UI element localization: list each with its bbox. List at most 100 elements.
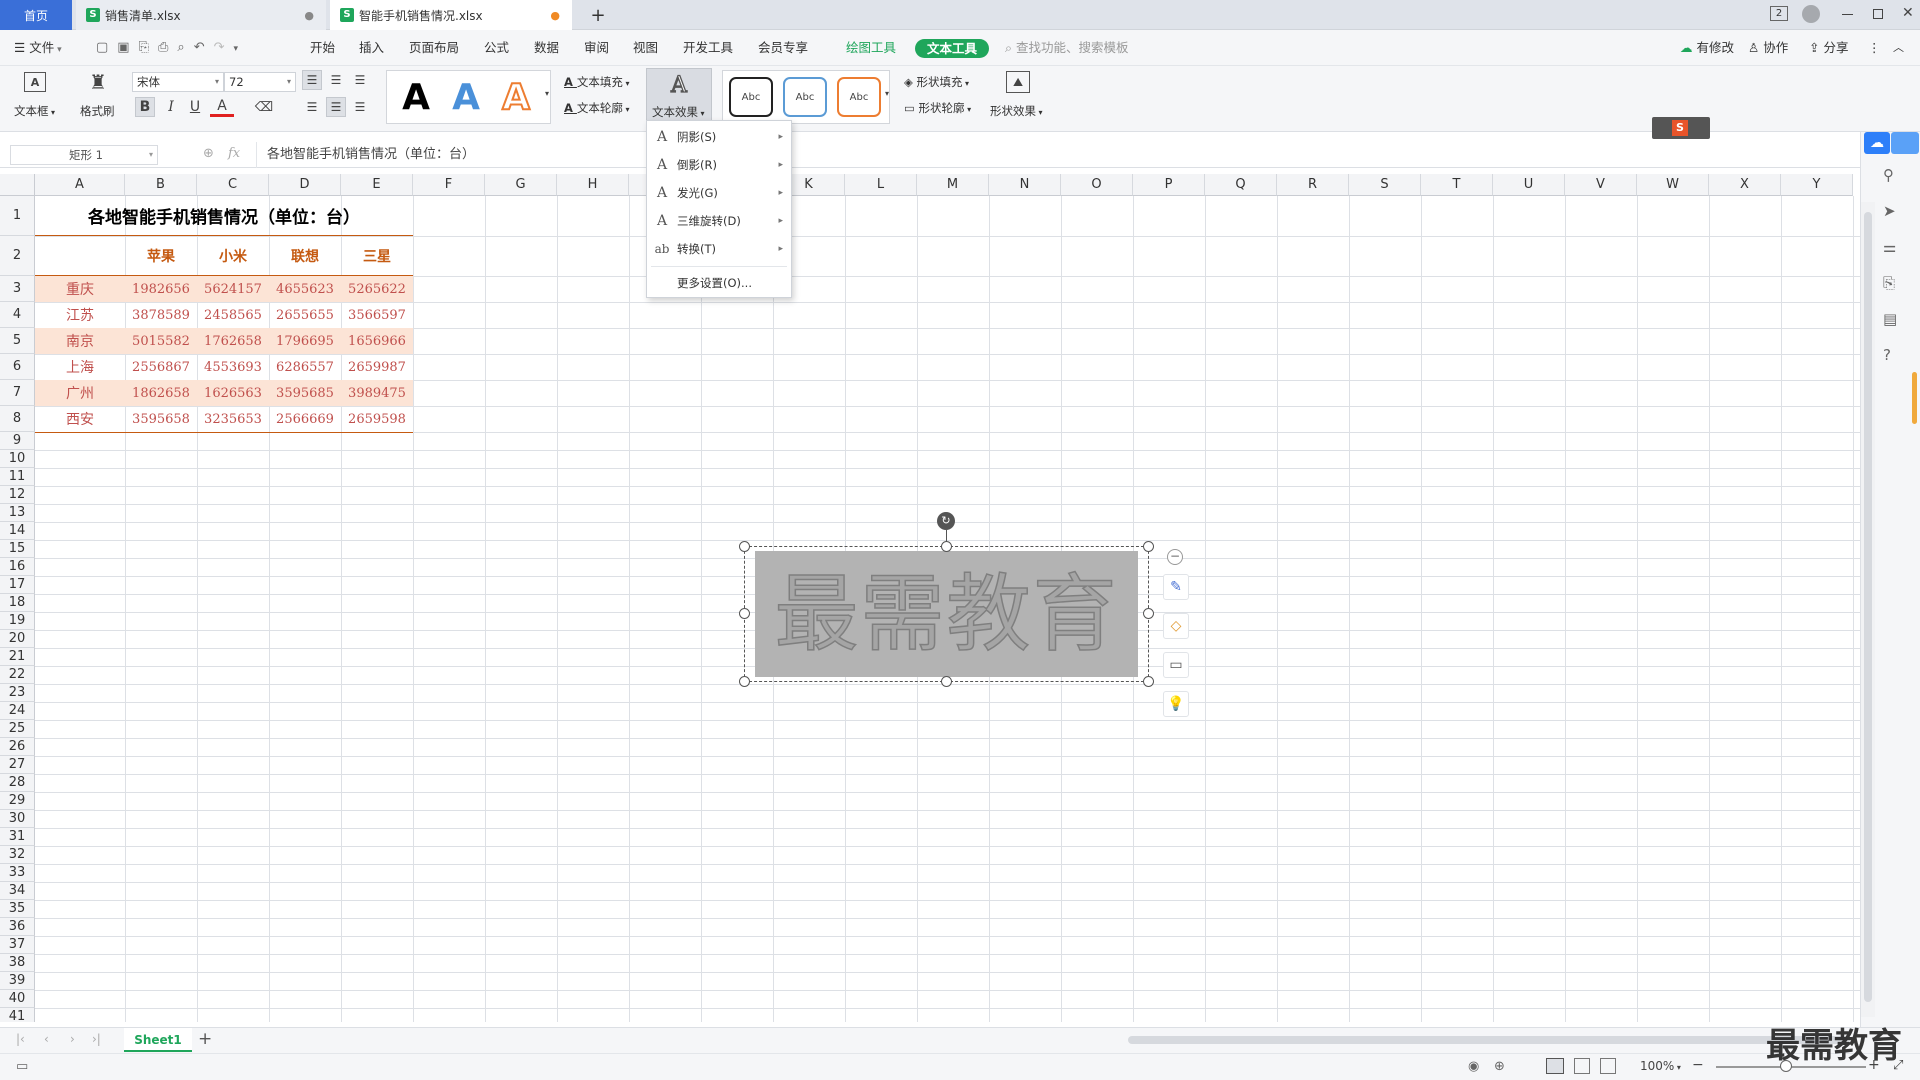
resize-handle-bottom-right[interactable] bbox=[1143, 676, 1154, 687]
print-icon[interactable]: ⎙ bbox=[158, 40, 177, 55]
sheet-nav-last-icon[interactable]: ›| bbox=[92, 1032, 101, 1046]
panel-tab-icon[interactable] bbox=[1891, 132, 1919, 154]
column-header-r[interactable]: R bbox=[1277, 174, 1349, 196]
macro-record-icon[interactable]: ▭ bbox=[16, 1059, 28, 1074]
row-header-11[interactable]: 11 bbox=[0, 468, 35, 486]
new-tab-button[interactable]: + bbox=[584, 0, 612, 30]
font-color-button[interactable]: A bbox=[210, 97, 234, 117]
spreadsheet-grid[interactable]: ABCDEFGHIJKLMNOPQRSTUVWXY 12345678910111… bbox=[0, 174, 1860, 1022]
menu-item-glow[interactable]: A 发光(G) ▸ bbox=[647, 179, 791, 207]
value-cell[interactable]: 1796695 bbox=[269, 328, 341, 354]
row-header-24[interactable]: 24 bbox=[0, 702, 35, 720]
zoom-level[interactable]: 100% ▾ bbox=[1640, 1059, 1681, 1073]
value-cell[interactable]: 5624157 bbox=[197, 276, 269, 302]
align-middle-icon[interactable]: ☰ bbox=[326, 70, 346, 90]
restore-icon[interactable] bbox=[1873, 9, 1883, 19]
resize-handle-bottom-left[interactable] bbox=[739, 676, 750, 687]
value-cell[interactable]: 1762658 bbox=[197, 328, 269, 354]
value-cell[interactable]: 2659598 bbox=[341, 406, 413, 432]
value-cell[interactable]: 2458565 bbox=[197, 302, 269, 328]
menu-item-reflection[interactable]: A 倒影(R) ▸ bbox=[647, 151, 791, 179]
column-header-p[interactable]: P bbox=[1133, 174, 1205, 196]
row-header-9[interactable]: 9 bbox=[0, 432, 35, 450]
column-header-q[interactable]: Q bbox=[1205, 174, 1277, 196]
table-title-cell[interactable]: 各地智能手机销售情况（单位：台） bbox=[35, 196, 413, 236]
column-header-m[interactable]: M bbox=[917, 174, 989, 196]
value-cell[interactable]: 4655623 bbox=[269, 276, 341, 302]
wordart-style-blue[interactable]: A bbox=[443, 75, 489, 119]
menu-tab-start[interactable]: 开始 bbox=[310, 30, 335, 66]
column-header-o[interactable]: O bbox=[1061, 174, 1133, 196]
pen-style-icon[interactable]: ✎ bbox=[1163, 574, 1189, 600]
brand-header-cell[interactable]: 苹果 bbox=[125, 236, 197, 276]
resize-handle-top[interactable] bbox=[941, 541, 952, 552]
fx-button[interactable]: fx bbox=[228, 146, 240, 161]
column-header-x[interactable]: X bbox=[1709, 174, 1781, 196]
shape-effect-button[interactable]: 形状效果 ▾ bbox=[990, 103, 1043, 119]
row-header-5[interactable]: 5 bbox=[0, 328, 35, 354]
row-header-17[interactable]: 17 bbox=[0, 576, 35, 594]
align-right-icon[interactable]: ☰ bbox=[350, 97, 370, 117]
rotate-handle-icon[interactable]: ↻ bbox=[937, 512, 955, 530]
rocket-icon[interactable]: ⚲ bbox=[1883, 166, 1894, 184]
add-sheet-button[interactable]: + bbox=[198, 1029, 212, 1049]
menu-tab-member[interactable]: 会员专享 bbox=[758, 30, 808, 66]
resize-handle-top-left[interactable] bbox=[739, 541, 750, 552]
row-header-28[interactable]: 28 bbox=[0, 774, 35, 792]
tab-home[interactable]: 首页 bbox=[0, 0, 72, 30]
row-header-20[interactable]: 20 bbox=[0, 630, 35, 648]
align-bottom-icon[interactable]: ☰ bbox=[350, 70, 370, 90]
row-header-34[interactable]: 34 bbox=[0, 882, 35, 900]
menu-item-transform[interactable]: ab 转换(T) ▸ bbox=[647, 235, 791, 263]
column-header-g[interactable]: G bbox=[485, 174, 557, 196]
shape-effect-icon[interactable]: ⛰ bbox=[1006, 71, 1030, 93]
sheet-nav-first-icon[interactable]: |‹ bbox=[16, 1032, 25, 1046]
sheet-nav-prev-icon[interactable]: ‹ bbox=[44, 1032, 49, 1046]
cursor-icon[interactable]: ➤ bbox=[1883, 202, 1896, 220]
row-header-29[interactable]: 29 bbox=[0, 792, 35, 810]
window-count-icon[interactable]: 2 bbox=[1770, 6, 1788, 21]
sheet-nav-next-icon[interactable]: › bbox=[70, 1032, 75, 1046]
row-header-35[interactable]: 35 bbox=[0, 900, 35, 918]
shape-style-black[interactable]: Abc bbox=[729, 77, 773, 117]
redo-icon[interactable]: ↷ bbox=[214, 40, 234, 55]
row-header-22[interactable]: 22 bbox=[0, 666, 35, 684]
eraser-icon[interactable]: ⌫ bbox=[254, 97, 274, 117]
column-header-u[interactable]: U bbox=[1493, 174, 1565, 196]
page-break-view-icon[interactable] bbox=[1600, 1058, 1616, 1074]
value-cell[interactable]: 2659987 bbox=[341, 354, 413, 380]
align-left-icon[interactable]: ☰ bbox=[302, 97, 322, 117]
align-top-icon[interactable]: ☰ bbox=[302, 70, 322, 90]
row-header-7[interactable]: 7 bbox=[0, 380, 35, 406]
row-header-21[interactable]: 21 bbox=[0, 648, 35, 666]
shape-fill-icon[interactable]: ◇ bbox=[1163, 613, 1189, 639]
column-header-e[interactable]: E bbox=[341, 174, 413, 196]
value-cell[interactable]: 4553693 bbox=[197, 354, 269, 380]
page-layout-view-icon[interactable] bbox=[1574, 1058, 1590, 1074]
row-header-38[interactable]: 38 bbox=[0, 954, 35, 972]
row-header-26[interactable]: 26 bbox=[0, 738, 35, 756]
has-changes-button[interactable]: ☁ 有修改 bbox=[1680, 30, 1734, 66]
customize-icon[interactable]: ▾ bbox=[234, 44, 248, 54]
resize-handle-top-right[interactable] bbox=[1143, 541, 1154, 552]
row-header-31[interactable]: 31 bbox=[0, 828, 35, 846]
menu-tab-formula[interactable]: 公式 bbox=[484, 30, 509, 66]
shape-fill-button[interactable]: ◈ 形状填充 ▾ bbox=[904, 74, 969, 90]
row-header-6[interactable]: 6 bbox=[0, 354, 35, 380]
menu-tab-drawing-tools[interactable]: 绘图工具 bbox=[846, 30, 896, 66]
column-header-v[interactable]: V bbox=[1565, 174, 1637, 196]
tab-close-dot-icon[interactable]: ● bbox=[304, 9, 314, 22]
value-cell[interactable]: 5265622 bbox=[341, 276, 413, 302]
city-cell[interactable]: 重庆 bbox=[35, 276, 125, 302]
formula-input[interactable]: 各地智能手机销售情况（单位：台） bbox=[256, 142, 1856, 168]
text-fill-button[interactable]: A 文本填充 ▾ bbox=[564, 74, 629, 90]
row-header-33[interactable]: 33 bbox=[0, 864, 35, 882]
select-all-corner[interactable] bbox=[0, 174, 35, 196]
column-header-l[interactable]: L bbox=[845, 174, 917, 196]
column-header-b[interactable]: B bbox=[125, 174, 197, 196]
print-preview-icon[interactable]: ⌕ bbox=[177, 40, 193, 55]
italic-button[interactable]: I bbox=[161, 97, 181, 117]
vertical-scrollbar-thumb[interactable] bbox=[1864, 212, 1872, 1002]
value-cell[interactable]: 1862658 bbox=[125, 380, 197, 406]
city-cell[interactable]: 广州 bbox=[35, 380, 125, 406]
